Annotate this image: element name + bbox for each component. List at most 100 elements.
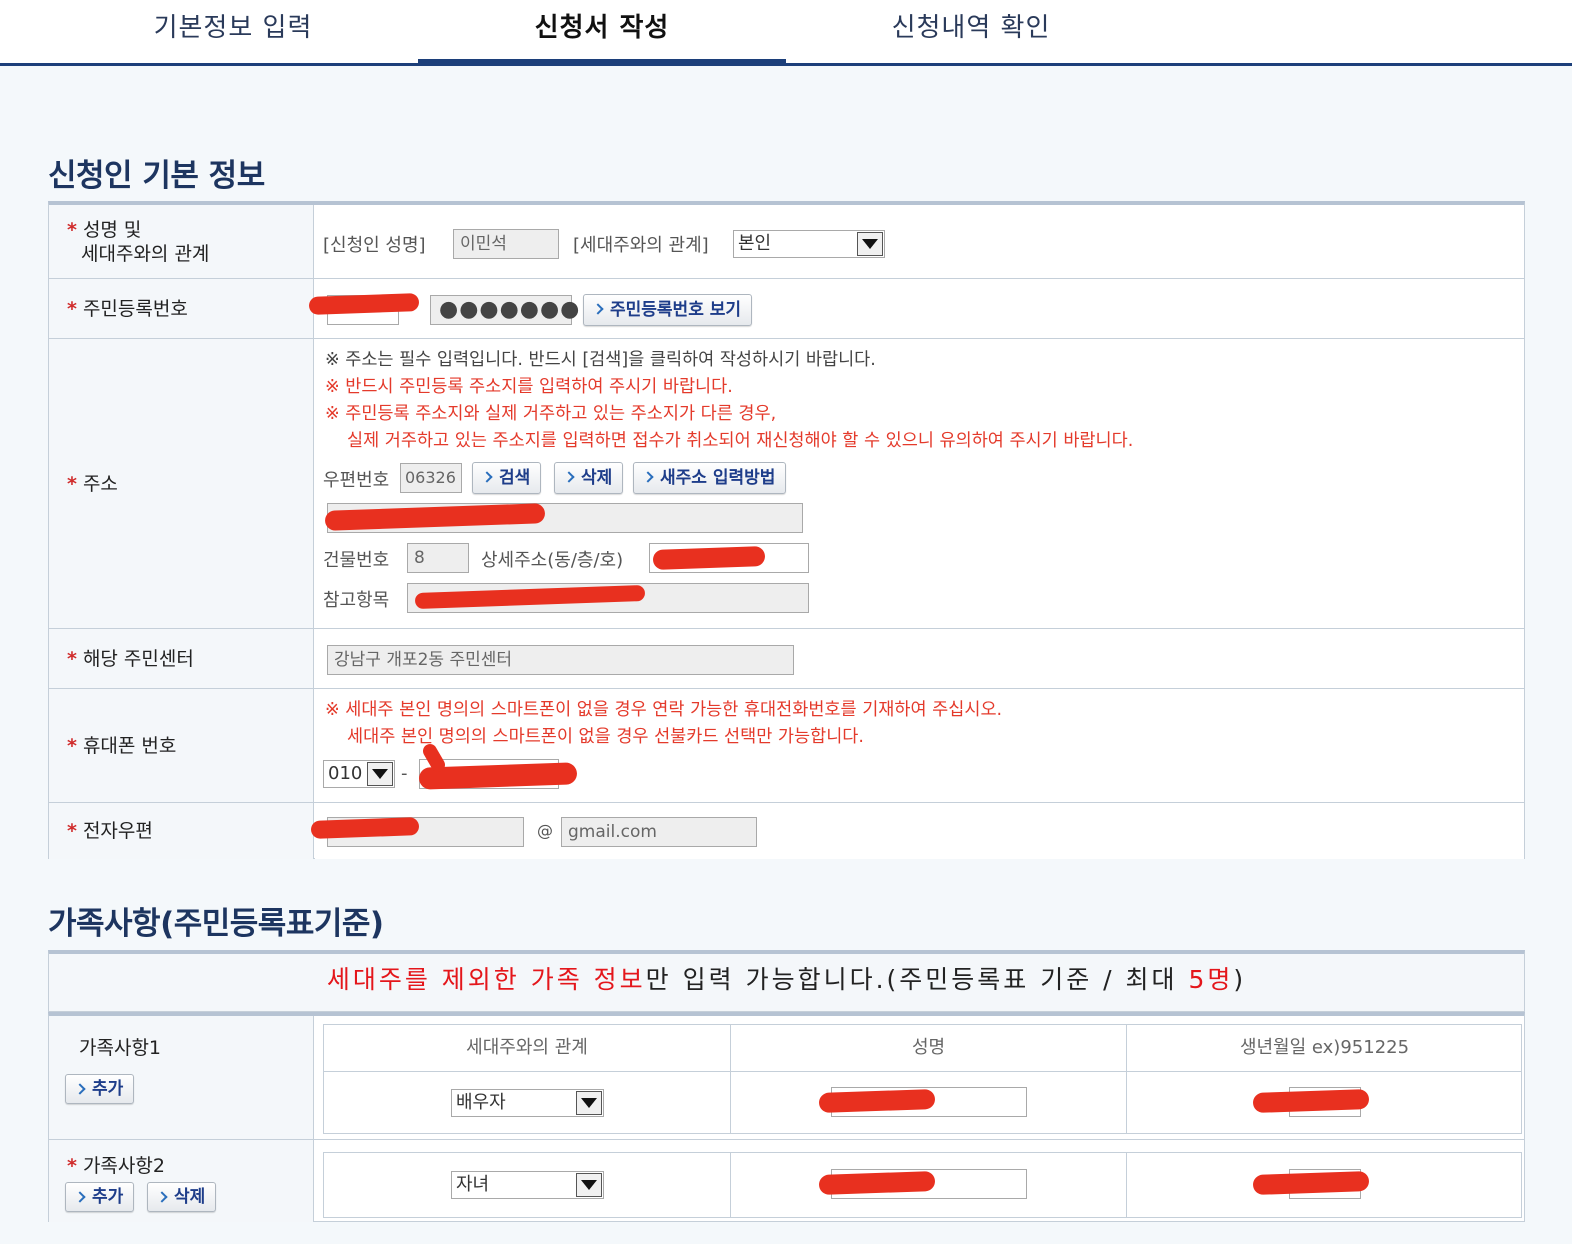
family-member-1-table: 세대주와의 관계 배우자 성명 생년월일 ex)951225 bbox=[323, 1024, 1522, 1134]
chevron-right-icon bbox=[592, 303, 604, 315]
phone-prefix-selected: 010 bbox=[328, 763, 363, 784]
phone-prefix-select[interactable]: 010 bbox=[323, 760, 395, 788]
label-text: 주민등록번호 bbox=[82, 297, 188, 320]
building-number-label: 건물번호 bbox=[323, 550, 390, 571]
chevron-right-icon bbox=[642, 471, 654, 483]
required-mark: * bbox=[67, 218, 77, 241]
row-name: * 성명 및 세대주와의 관계 [신청인 성명] 이민석 [세대주와의 관계] 본… bbox=[49, 205, 1524, 279]
label-text: 세대주와의 관계 bbox=[81, 242, 210, 265]
section-title-family: 가족사항(주민등록표기준) bbox=[48, 906, 384, 942]
button-label: 삭제 bbox=[174, 1187, 206, 1207]
family-member-2-table: 자녀 bbox=[323, 1152, 1522, 1218]
name-column bbox=[731, 1153, 1127, 1217]
detail-address-label: 상세주소(동/층/호) bbox=[481, 550, 624, 571]
label-rrn: * 주민등록번호 bbox=[49, 279, 314, 338]
family-label-2: * 가족사항2 추가 삭제 bbox=[49, 1140, 314, 1222]
redaction-mark bbox=[818, 1088, 936, 1114]
row-email: * 전자우편 @ gmail.com bbox=[49, 803, 1524, 859]
label-address: * 주소 bbox=[49, 339, 314, 628]
notice-highlight: 세대주를 제외한 가족 정보 bbox=[326, 965, 646, 994]
label-text: 휴대폰 번호 bbox=[82, 734, 177, 757]
chevron-right-icon bbox=[156, 1191, 168, 1203]
redaction-mark bbox=[818, 1170, 936, 1196]
chevron-right-icon bbox=[74, 1083, 86, 1095]
address-note-required: ※ 주소는 필수 입력입니다. 반드시 [검색]을 클릭하여 작성하시기 바랍니… bbox=[325, 350, 876, 370]
button-label: 삭제 bbox=[581, 468, 613, 488]
chevron-right-icon bbox=[74, 1191, 86, 1203]
relation-column: 자녀 bbox=[324, 1153, 731, 1217]
family-relation-select[interactable]: 배우자 bbox=[451, 1089, 604, 1117]
redaction-mark bbox=[1252, 1088, 1370, 1114]
family-label-1: 가족사항1 추가 bbox=[49, 1016, 314, 1139]
required-mark: * bbox=[67, 1155, 77, 1177]
family-notice: 세대주를 제외한 가족 정보만 입력 가능합니다.(주민등록표 기준 / 최대 … bbox=[48, 950, 1525, 1012]
chevron-right-icon bbox=[563, 471, 575, 483]
step-application-form[interactable]: 신청서 작성 bbox=[418, 0, 786, 66]
label-text: 가족사항1 bbox=[79, 1037, 162, 1059]
button-label: 새주소 입력방법 bbox=[660, 468, 776, 488]
label-text: 가족사항2 bbox=[82, 1155, 165, 1177]
zip-label: 우편번호 bbox=[323, 470, 390, 491]
address-note-different: ※ 주민등록 주소지와 실제 거주하고 있는 주소지가 다른 경우, bbox=[325, 404, 777, 424]
header-birthdate: 생년월일 ex)951225 bbox=[1239, 1037, 1410, 1058]
family-relation-select[interactable]: 자녀 bbox=[451, 1171, 604, 1199]
redaction-mark bbox=[308, 293, 420, 315]
notice-close: ) bbox=[1233, 965, 1247, 994]
chevron-down-icon bbox=[857, 232, 883, 256]
redaction-mark bbox=[1252, 1170, 1370, 1196]
family-row: 가족사항1 추가 세대주와의 관계 배우자 성명 생년월일 ex)951225 bbox=[49, 1016, 1524, 1140]
required-mark: * bbox=[67, 297, 77, 320]
address-note-resident: ※ 반드시 주민등록 주소지를 입력하여 주시기 바랍니다. bbox=[325, 377, 733, 397]
building-number-input[interactable]: 8 bbox=[407, 543, 469, 573]
family-add-button[interactable]: 추가 bbox=[65, 1182, 135, 1212]
chevron-right-icon bbox=[481, 471, 493, 483]
birthdate-column: 생년월일 ex)951225 bbox=[1127, 1025, 1522, 1133]
row-phone: * 휴대폰 번호 ※ 세대주 본인 명의의 스마트폰이 없을 경우 연락 가능한 … bbox=[49, 689, 1524, 803]
button-label: 추가 bbox=[92, 1079, 124, 1099]
phone-note-1: ※ 세대주 본인 명의의 스마트폰이 없을 경우 연락 가능한 휴대전화번호를 … bbox=[325, 700, 1003, 720]
zip-input[interactable]: 06326 bbox=[400, 463, 462, 493]
applicant-name-label: [신청인 성명] bbox=[323, 235, 426, 256]
relation-column: 세대주와의 관계 배우자 bbox=[324, 1025, 731, 1133]
required-mark: * bbox=[67, 734, 77, 757]
row-rrn: * 주민등록번호 ●●●●●●● 주민등록번호 보기 bbox=[49, 279, 1524, 339]
relation-select[interactable]: 본인 bbox=[733, 230, 885, 258]
step-basic-info[interactable]: 기본정보 입력 bbox=[48, 0, 418, 63]
birthdate-column bbox=[1127, 1153, 1522, 1217]
view-rrn-button[interactable]: 주민등록번호 보기 bbox=[583, 294, 753, 326]
button-label: 검색 bbox=[499, 468, 531, 488]
family-relation-selected: 배우자 bbox=[456, 1092, 506, 1113]
step-confirm[interactable]: 신청내역 확인 bbox=[786, 0, 1156, 63]
relation-label: [세대주와의 관계] bbox=[573, 235, 709, 256]
step-tabs: 기본정보 입력 신청서 작성 신청내역 확인 bbox=[0, 0, 1572, 66]
community-center-input[interactable]: 강남구 개포2동 주민센터 bbox=[327, 645, 794, 675]
label-center: * 해당 주민센터 bbox=[49, 629, 314, 688]
button-label: 주민등록번호 보기 bbox=[610, 300, 742, 320]
label-phone: * 휴대폰 번호 bbox=[49, 689, 314, 802]
required-mark: * bbox=[67, 472, 77, 495]
chevron-down-icon bbox=[576, 1173, 602, 1197]
row-address: * 주소 ※ 주소는 필수 입력입니다. 반드시 [검색]을 클릭하여 작성하시기… bbox=[49, 339, 1524, 629]
family-delete-button[interactable]: 삭제 bbox=[147, 1182, 217, 1212]
applicant-name-input[interactable]: 이민석 bbox=[453, 229, 559, 259]
header-relation: 세대주와의 관계 bbox=[466, 1037, 588, 1058]
required-mark: * bbox=[67, 820, 77, 842]
address-search-button[interactable]: 검색 bbox=[472, 462, 542, 494]
rrn-back-masked[interactable]: ●●●●●●● bbox=[430, 295, 579, 325]
label-name: * 성명 및 세대주와의 관계 bbox=[49, 205, 314, 278]
label-text: 해당 주민센터 bbox=[82, 647, 194, 670]
row-center: * 해당 주민센터 강남구 개포2동 주민센터 bbox=[49, 629, 1524, 689]
label-email: * 전자우편 bbox=[49, 803, 314, 859]
new-address-guide-button[interactable]: 새주소 입력방법 bbox=[633, 462, 787, 494]
redaction-mark bbox=[310, 817, 420, 839]
address-delete-button[interactable]: 삭제 bbox=[554, 462, 624, 494]
chevron-down-icon bbox=[576, 1091, 602, 1115]
family-add-button[interactable]: 추가 bbox=[65, 1074, 135, 1104]
family-table: 가족사항1 추가 세대주와의 관계 배우자 성명 생년월일 ex)951225 bbox=[48, 1012, 1525, 1222]
label-text: 전자우편 bbox=[82, 820, 153, 842]
section-title-applicant: 신청인 기본 정보 bbox=[48, 158, 265, 194]
email-domain-input[interactable]: gmail.com bbox=[561, 817, 757, 847]
phone-dash: - bbox=[401, 763, 408, 784]
required-mark: * bbox=[67, 647, 77, 670]
label-text: 주소 bbox=[82, 472, 118, 495]
